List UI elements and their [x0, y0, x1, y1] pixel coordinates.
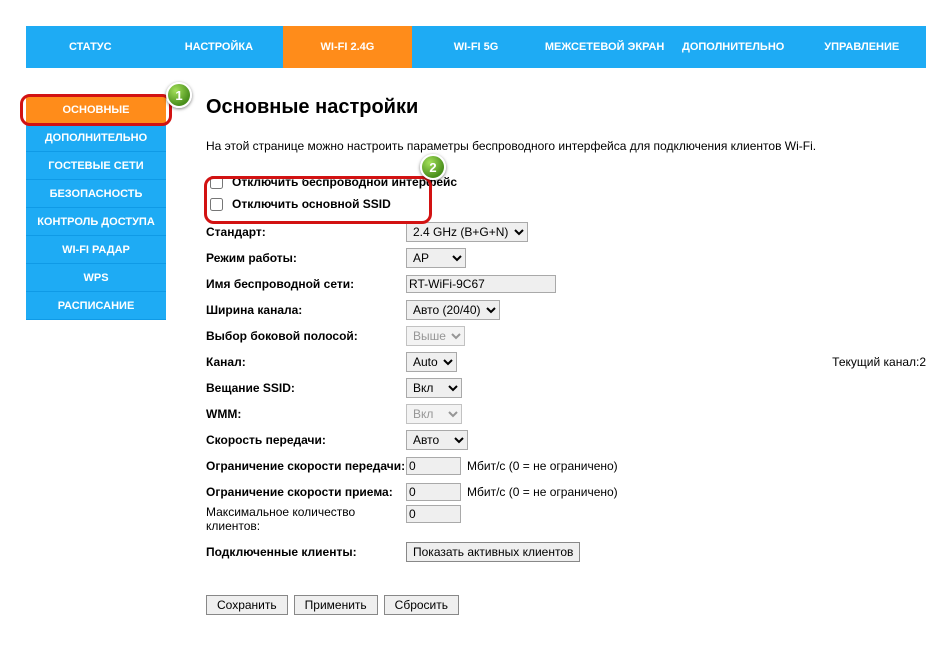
annotation-badge-2: 2: [420, 154, 446, 180]
channel-label: Канал:: [206, 355, 406, 369]
wmm-label: WMM:: [206, 407, 406, 421]
disable-ssid-checkbox[interactable]: [210, 198, 223, 211]
wmm-select: Вкл: [406, 404, 462, 424]
disable-ssid-label: Отключить основной SSID: [232, 197, 391, 211]
sidebar-item-wps[interactable]: WPS: [26, 264, 166, 292]
topnav-status[interactable]: СТАТУС: [26, 26, 155, 68]
topnav-advanced[interactable]: ДОПОЛНИТЕЛЬНО: [669, 26, 798, 68]
mode-label: Режим работы:: [206, 251, 406, 265]
txlimit-hint: Мбит/с (0 = не ограничено): [467, 459, 618, 473]
sidebar-item-advanced[interactable]: ДОПОЛНИТЕЛЬНО: [26, 124, 166, 152]
sidebar-item-security[interactable]: БЕЗОПАСНОСТЬ: [26, 180, 166, 208]
ssid-label: Имя беспроводной сети:: [206, 277, 406, 291]
maxclients-label: Максимальное количество клиентов:: [206, 505, 406, 533]
sidebar-item-radar[interactable]: WI-FI РАДАР: [26, 236, 166, 264]
sidebar: ОСНОВНЫЕ ДОПОЛНИТЕЛЬНО ГОСТЕВЫЕ СЕТИ БЕЗ…: [26, 96, 166, 615]
chwidth-label: Ширина канала:: [206, 303, 406, 317]
reset-button[interactable]: Сбросить: [384, 595, 459, 615]
sidebar-item-schedule[interactable]: РАСПИСАНИЕ: [26, 292, 166, 320]
annotation-badge-1: 1: [166, 82, 192, 108]
rxlimit-hint: Мбит/с (0 = не ограничено): [467, 485, 618, 499]
page-intro: На этой странице можно настроить парамет…: [206, 139, 926, 153]
topnav-wifi5g[interactable]: WI-FI 5G: [412, 26, 541, 68]
channel-select[interactable]: Auto: [406, 352, 457, 372]
txlimit-input[interactable]: [406, 457, 461, 475]
chwidth-select[interactable]: Авто (20/40): [406, 300, 500, 320]
broadcast-select[interactable]: Вкл: [406, 378, 462, 398]
apply-button[interactable]: Применить: [294, 595, 378, 615]
maxclients-input[interactable]: [406, 505, 461, 523]
mode-select[interactable]: AP: [406, 248, 466, 268]
current-channel-note: Текущий канал:2: [832, 355, 926, 369]
topnav-firewall[interactable]: МЕЖСЕТЕВОЙ ЭКРАН: [540, 26, 669, 68]
topnav-setup[interactable]: НАСТРОЙКА: [155, 26, 284, 68]
broadcast-label: Вещание SSID:: [206, 381, 406, 395]
sidebar-item-guest[interactable]: ГОСТЕВЫЕ СЕТИ: [26, 152, 166, 180]
sideband-label: Выбор боковой полосой:: [206, 329, 406, 343]
topnav-wifi24g[interactable]: WI-FI 2.4G: [283, 26, 412, 68]
content-pane: Основные настройки На этой странице можн…: [166, 96, 926, 615]
txrate-label: Скорость передачи:: [206, 433, 406, 447]
topnav-management[interactable]: УПРАВЛЕНИЕ: [797, 26, 926, 68]
page-title: Основные настройки: [206, 96, 926, 119]
band-label: Стандарт:: [206, 225, 406, 239]
sideband-select: Выше: [406, 326, 465, 346]
txlimit-label: Ограничение скорости передачи:: [206, 459, 406, 473]
show-clients-button[interactable]: Показать активных клиентов: [406, 542, 580, 562]
save-button[interactable]: Сохранить: [206, 595, 288, 615]
sidebar-item-basic[interactable]: ОСНОВНЫЕ: [26, 96, 166, 124]
top-nav: СТАТУС НАСТРОЙКА WI-FI 2.4G WI-FI 5G МЕЖ…: [26, 26, 926, 68]
band-select[interactable]: 2.4 GHz (B+G+N): [406, 222, 528, 242]
sidebar-item-acl[interactable]: КОНТРОЛЬ ДОСТУПА: [26, 208, 166, 236]
txrate-select[interactable]: Авто: [406, 430, 468, 450]
disable-wlan-label: Отключить беспроводной интерфейс: [232, 175, 457, 189]
disable-wlan-checkbox[interactable]: [210, 176, 223, 189]
rxlimit-input[interactable]: [406, 483, 461, 501]
clients-label: Подключенные клиенты:: [206, 545, 406, 559]
rxlimit-label: Ограничение скорости приема:: [206, 485, 406, 499]
ssid-input[interactable]: [406, 275, 556, 293]
